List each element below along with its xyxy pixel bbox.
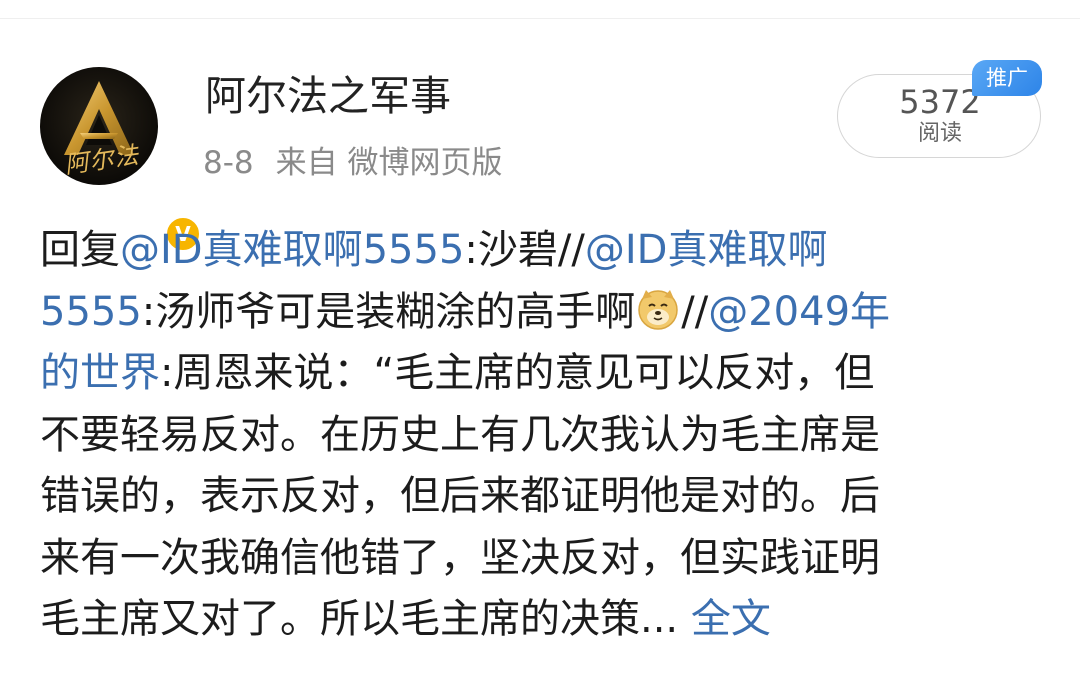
doge-emoji-icon bbox=[638, 289, 679, 330]
mention-link[interactable]: 的世界 bbox=[40, 350, 160, 396]
post-source: 来自 微博网页版 bbox=[275, 145, 503, 181]
post-text: :汤师爷可是装糊涂的高手啊 bbox=[141, 288, 636, 335]
mention-link[interactable]: @2049年 bbox=[708, 289, 890, 335]
separator: // bbox=[681, 288, 709, 335]
read-label: 阅读 bbox=[917, 121, 962, 146]
post-line: 来有一次我确信他错了，坚决反对，但实践证明 bbox=[40, 534, 880, 581]
post-line: 5555:汤师爷可是装糊涂的高手啊 //@2049年 bbox=[40, 282, 1040, 344]
full-text-link[interactable]: 全文 bbox=[691, 596, 771, 642]
post-line: 毛主席又对了。所以毛主席的决策... 全文 bbox=[40, 589, 1040, 651]
post-line: 错误的，表示反对，但后来都证明他是对的。后 bbox=[40, 473, 880, 519]
avatar[interactable]: 阿尔法 V bbox=[40, 67, 202, 253]
weibo-post-screen: 阿尔法 V 阿尔法之军事 8-8 来自 微博网页版 5372 阅读 推广 回复@I… bbox=[0, 0, 1080, 675]
reply-prefix: 回复 bbox=[40, 227, 120, 273]
post-text: 毛主席又对了。所以毛主席的决策... bbox=[40, 596, 679, 642]
post-line: 不要轻易反对。在历史上有几次我认为毛主席是 bbox=[40, 411, 880, 458]
username[interactable]: 阿尔法之军事 bbox=[205, 72, 451, 120]
promo-tag[interactable]: 推广 bbox=[972, 60, 1042, 96]
avatar-image: 阿尔法 bbox=[40, 67, 158, 185]
post-line: 回复@ID真难取啊5555:沙碧//@ID真难取啊 bbox=[40, 220, 1040, 282]
mention-link[interactable]: 5555 bbox=[40, 289, 142, 335]
post-text: :周恩来说：“毛主席的意见可以反对，但 bbox=[160, 350, 875, 396]
top-divider bbox=[0, 18, 1080, 19]
post-line: 的世界:周恩来说：“毛主席的意见可以反对，但 bbox=[40, 343, 1040, 405]
post-date: 8-8 bbox=[203, 145, 254, 181]
mention-link[interactable]: @ID真难取啊 bbox=[585, 227, 828, 273]
post-body: 回复@ID真难取啊5555:沙碧//@ID真难取啊 5555:汤师爷可是装糊涂的… bbox=[40, 220, 1040, 651]
mention-link[interactable]: @ID真难取啊5555 bbox=[120, 227, 464, 273]
post-meta: 8-8 来自 微博网页版 bbox=[203, 141, 525, 185]
post-text: :沙碧// bbox=[464, 227, 585, 273]
